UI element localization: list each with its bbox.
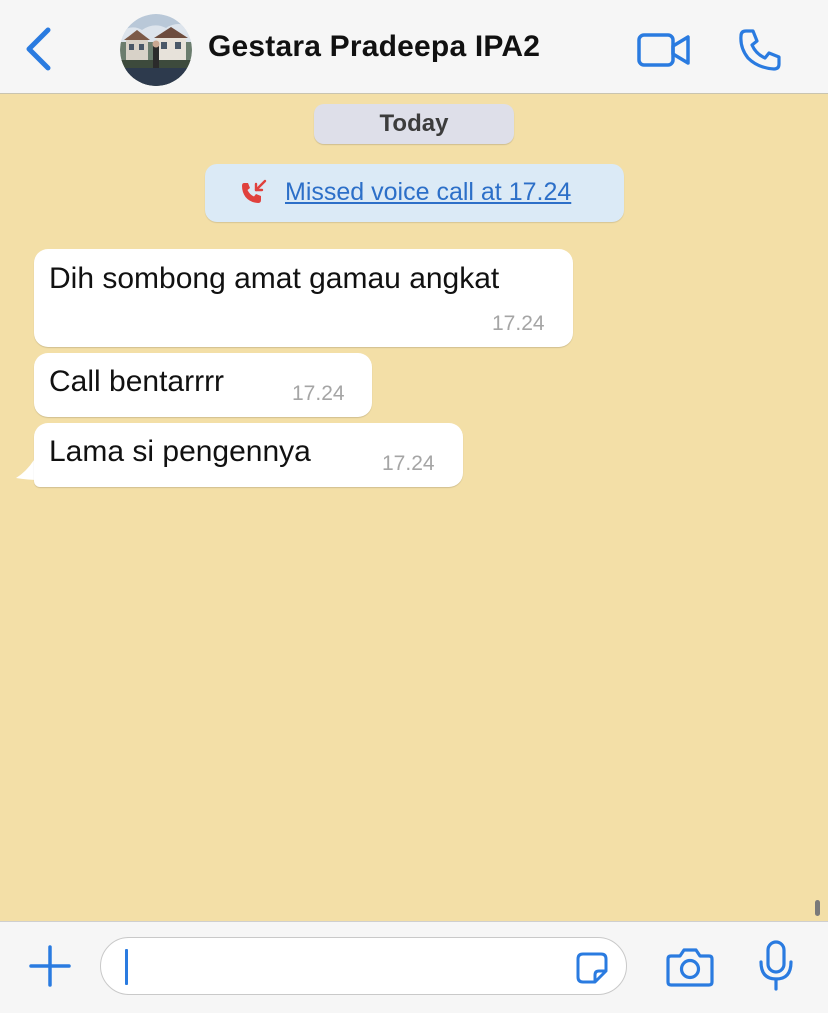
- microphone-icon: [759, 940, 793, 991]
- text-cursor: [125, 949, 128, 985]
- chat-header: Gestara Pradeepa IPA2: [0, 0, 828, 94]
- message-bubble[interactable]: Call bentarrrr 17.24: [34, 353, 372, 417]
- missed-call-banner[interactable]: Missed voice call at 17.24: [205, 164, 624, 222]
- message-bubble[interactable]: Lama si pengennya 17.24: [34, 423, 463, 487]
- sticker-button[interactable]: [575, 951, 609, 985]
- camera-button[interactable]: [666, 946, 714, 988]
- voice-call-button[interactable]: [736, 26, 784, 74]
- scroll-indicator[interactable]: [815, 900, 820, 916]
- message-text: Lama si pengennya: [49, 435, 311, 468]
- message-time: 17.24: [292, 382, 345, 405]
- camera-icon: [666, 948, 714, 987]
- missed-call-text[interactable]: Missed voice call at 17.24: [285, 178, 571, 207]
- message-input[interactable]: [100, 937, 627, 995]
- date-separator: Today: [314, 104, 514, 144]
- phone-icon: [739, 29, 781, 71]
- message-text: Dih sombong amat gamau angkat: [49, 262, 500, 295]
- avatar-photo: [120, 14, 192, 86]
- microphone-button[interactable]: [758, 940, 794, 992]
- message-time: 17.24: [492, 312, 545, 335]
- message-text: Call bentarrrr: [49, 365, 225, 398]
- message-time: 17.24: [382, 452, 435, 475]
- plus-icon: [29, 945, 71, 987]
- message-input-bar: [0, 921, 828, 1013]
- attach-button[interactable]: [28, 944, 72, 988]
- chevron-left-icon: [26, 27, 51, 71]
- video-call-button[interactable]: [636, 28, 692, 72]
- video-camera-icon: [637, 33, 690, 67]
- contact-name[interactable]: Gestara Pradeepa IPA2: [208, 30, 540, 64]
- message-bubble[interactable]: Dih sombong amat gamau angkat 17.24: [34, 249, 573, 347]
- back-button[interactable]: [18, 24, 58, 74]
- contact-avatar[interactable]: [120, 14, 192, 86]
- missed-call-icon: [242, 179, 267, 203]
- chat-screen: Gestara Pradeepa IPA2 Today Missed voice…: [0, 0, 828, 1013]
- sticker-icon: [576, 952, 608, 984]
